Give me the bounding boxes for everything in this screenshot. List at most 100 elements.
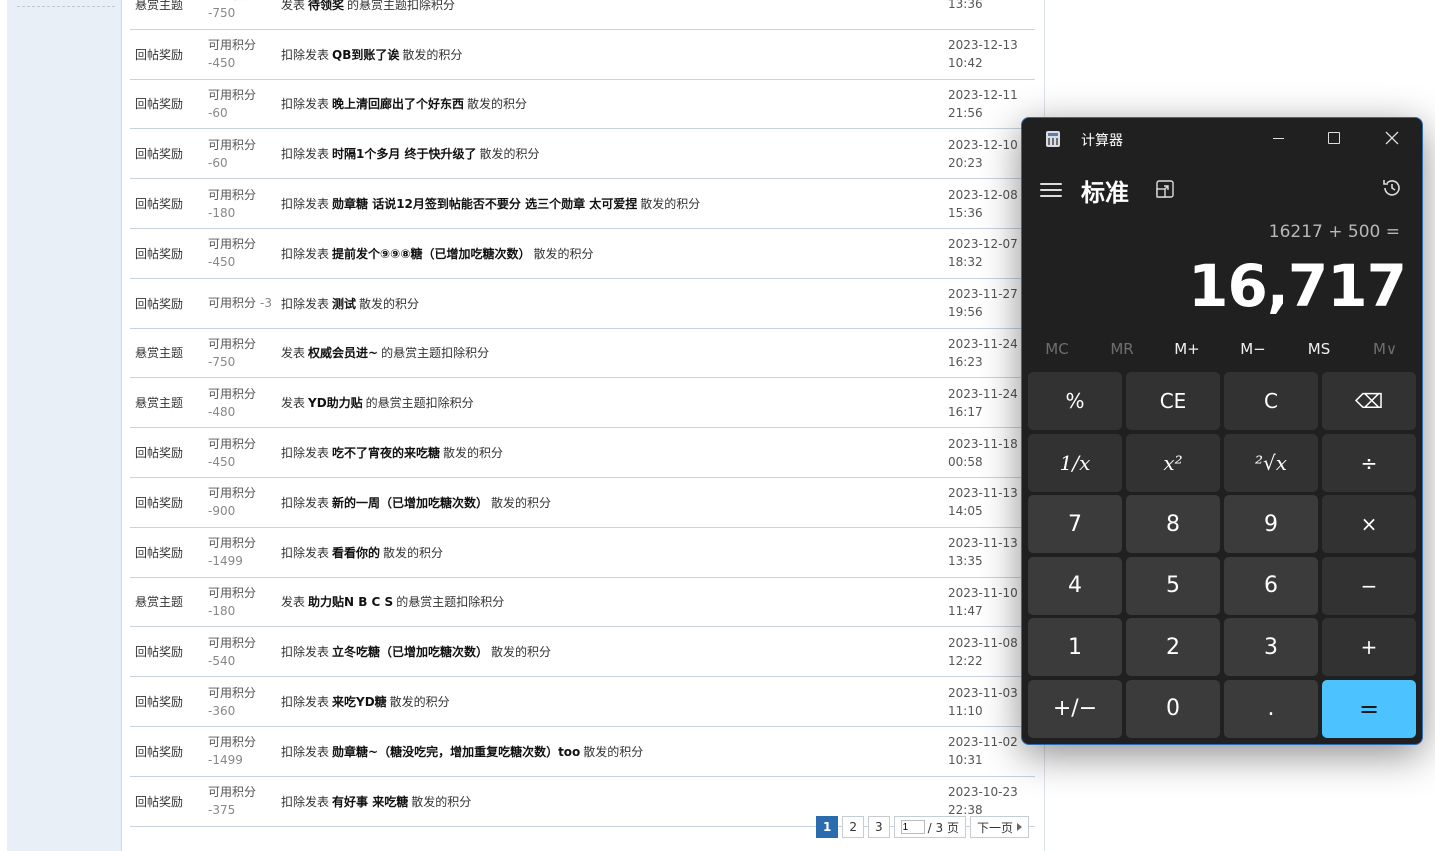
detail-prefix: 发表	[281, 396, 306, 411]
decimal-button[interactable]: .	[1224, 679, 1318, 738]
credit-amount: -450	[208, 255, 236, 270]
page-1-button[interactable]: 1	[816, 816, 839, 838]
thread-title-link[interactable]: 吃不了宵夜的来吃糖	[332, 444, 440, 461]
thread-title-link[interactable]: 看看你的	[332, 544, 380, 561]
maximize-button[interactable]	[1314, 124, 1354, 152]
thread-title-link[interactable]: 新的一周（已增加吃糖次数）	[332, 494, 488, 511]
detail-suffix: 散发的积分	[491, 645, 552, 660]
add-button[interactable]: +	[1322, 618, 1416, 676]
digit-1-button[interactable]: 1	[1028, 618, 1122, 676]
log-time: 20:23	[948, 155, 983, 170]
log-date: 2023-11-10	[948, 585, 1018, 600]
thread-title-link[interactable]: 测试	[332, 295, 356, 312]
credit-change: 可用积分 -480	[208, 378, 256, 427]
close-button[interactable]	[1372, 124, 1412, 152]
thread-title-link[interactable]: 晚上清回廊出了个好东西	[332, 95, 464, 112]
detail-prefix: 扣除发表	[281, 197, 330, 212]
percent-button[interactable]: %	[1028, 372, 1122, 430]
calculator-titlebar[interactable]: 计算器	[1022, 118, 1422, 158]
divide-button[interactable]: ÷	[1322, 433, 1416, 492]
log-time: 18:32	[948, 255, 983, 270]
credit-change: 可用积分 -60	[208, 129, 256, 178]
thread-title-link[interactable]: QB到账了诶	[332, 46, 399, 63]
operation-type: 回帖奖励	[135, 545, 184, 560]
backspace-button[interactable]: ⌫	[1322, 372, 1416, 430]
digit-7-button[interactable]: 7	[1028, 495, 1122, 553]
thread-title-link[interactable]: 提前发个⑨⑨⑧糖（已增加吃糖次数）	[332, 245, 530, 262]
detail-prefix: 扣除发表	[281, 744, 330, 759]
next-page-button[interactable]: 下一页	[969, 816, 1029, 838]
minimize-button[interactable]	[1258, 124, 1298, 152]
clear-button[interactable]: C	[1224, 372, 1318, 430]
detail-suffix: 散发的积分	[583, 744, 644, 759]
credit-change: 可用积分 -450	[208, 428, 256, 477]
digit-9-button[interactable]: 9	[1224, 495, 1318, 553]
thread-title-link[interactable]: 立冬吃糖（已增加吃糖次数）	[332, 643, 488, 660]
page-total-label: / 3 页	[927, 820, 959, 835]
digit-6-button[interactable]: 6	[1224, 556, 1318, 615]
page-jump-input[interactable]	[900, 820, 925, 834]
memory-subtract-button[interactable]: M−	[1220, 340, 1286, 358]
thread-title-link[interactable]: 勋章糖~（糖没吃完，增加重复吃糖次数）too	[332, 743, 580, 760]
thread-title-link[interactable]: 权威会员进~	[308, 344, 378, 361]
detail-suffix: 散发的积分	[479, 147, 540, 162]
thread-title-link[interactable]: 待领奖	[308, 0, 344, 13]
credit-name: 可用积分	[208, 685, 257, 700]
reciprocal-button[interactable]: 1/x	[1028, 433, 1122, 492]
memory-add-button[interactable]: M+	[1154, 340, 1220, 358]
thread-title-link[interactable]: 来吃YD糖	[332, 693, 387, 710]
negate-button[interactable]: +/−	[1028, 679, 1122, 738]
thread-title-link[interactable]: 有好事 来吃糖	[332, 793, 408, 810]
digit-0-button[interactable]: 0	[1126, 679, 1220, 738]
log-date: 2023-11-27	[948, 287, 1018, 302]
log-detail: 扣除发表 有好事 来吃糖 散发的积分	[281, 777, 471, 826]
keep-on-top-icon[interactable]	[1154, 178, 1176, 200]
credit-name: 可用积分	[208, 386, 257, 401]
credit-name: 可用积分	[208, 486, 257, 501]
subtract-button[interactable]: −	[1322, 556, 1416, 615]
digit-3-button[interactable]: 3	[1224, 618, 1318, 676]
memory-list-button[interactable]: M∨	[1352, 340, 1418, 358]
square-button[interactable]: x²	[1126, 433, 1220, 492]
square-root-button[interactable]: ²√x	[1224, 433, 1318, 492]
equals-button[interactable]: =	[1322, 679, 1416, 738]
credit-name: 可用积分	[208, 137, 257, 152]
log-datetime: 2023-11-13 13:35	[948, 528, 1018, 577]
memory-recall-button[interactable]: MR	[1089, 340, 1155, 358]
sidebar-divider	[17, 6, 115, 7]
credit-log-table: 悬赏主题可用积分-750发表待领奖的悬赏主题扣除积分13:36回帖奖励可用积分-…	[130, 0, 1035, 827]
credit-change: 可用积分 -60	[208, 80, 256, 129]
credit-change: 可用积分 -375	[208, 777, 256, 826]
log-detail: 扣除发表 吃不了宵夜的来吃糖 散发的积分	[281, 428, 503, 477]
table-row: 回帖奖励 可用积分 -450 扣除发表 QB到账了诶 散发的积分 2023-12-13 10:…	[130, 30, 1035, 80]
next-page-label: 下一页	[976, 820, 1013, 835]
clear-entry-button[interactable]: CE	[1126, 372, 1220, 430]
detail-suffix: 散发的积分	[383, 545, 444, 560]
thread-title-link[interactable]: 助力贴N B C S	[308, 593, 393, 610]
thread-title-link[interactable]: YD助力贴	[308, 394, 363, 411]
log-detail: 扣除发表 新的一周（已增加吃糖次数） 散发的积分	[281, 478, 551, 527]
operation-type: 悬赏主题	[135, 346, 184, 361]
multiply-button[interactable]: ×	[1322, 495, 1416, 553]
memory-store-button[interactable]: MS	[1286, 340, 1352, 358]
log-date: 2023-12-11	[948, 87, 1018, 102]
digit-5-button[interactable]: 5	[1126, 556, 1220, 615]
digit-8-button[interactable]: 8	[1126, 495, 1220, 553]
log-time: 13:36	[948, 0, 983, 12]
digit-2-button[interactable]: 2	[1126, 618, 1220, 676]
history-icon[interactable]	[1380, 176, 1404, 200]
page-3-button[interactable]: 3	[868, 816, 890, 838]
navigation-menu-button[interactable]	[1040, 180, 1062, 200]
page-2-button[interactable]: 2	[842, 816, 864, 838]
credit-name: 可用积分	[208, 536, 257, 551]
log-time: 11:47	[948, 603, 983, 618]
credit-change: 可用积分-750	[208, 0, 256, 29]
subtract-label: −	[1360, 573, 1378, 598]
credit-change: 可用积分 -1499	[208, 528, 256, 577]
thread-title-link[interactable]: 时隔1个多月 终于快升级了	[332, 145, 477, 162]
minimize-icon	[1272, 137, 1284, 139]
clear-entry-label: CE	[1159, 389, 1187, 413]
memory-clear-button[interactable]: MC	[1024, 340, 1090, 358]
digit-4-button[interactable]: 4	[1028, 556, 1122, 615]
thread-title-link[interactable]: 勋章糖 话说12月签到帖能否不要分 选三个勋章 太可爱捏	[332, 195, 637, 212]
